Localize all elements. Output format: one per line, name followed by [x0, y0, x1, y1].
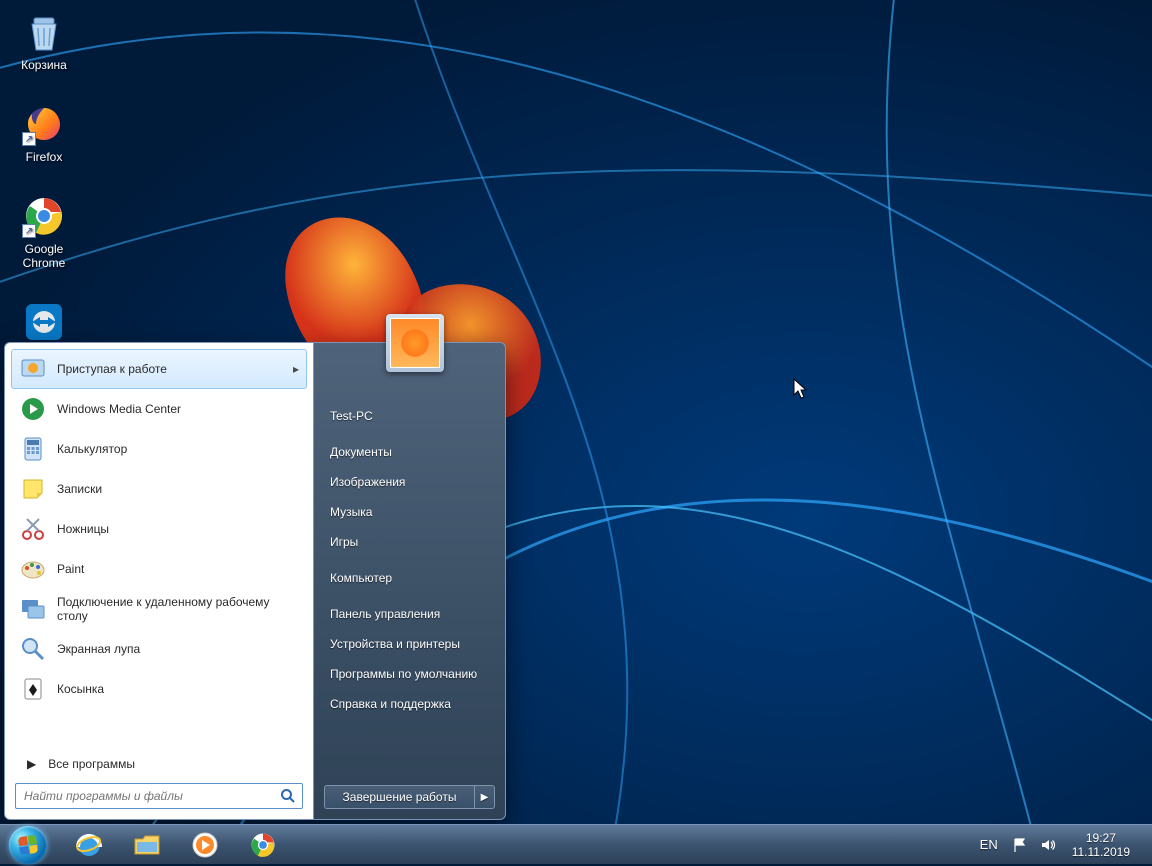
folder-icon — [132, 830, 162, 860]
chevron-right-icon: ▶ — [481, 792, 489, 803]
paint-icon — [19, 555, 47, 583]
start-item-getting-started[interactable]: Приступая к работе ▸ — [11, 349, 307, 389]
desktop-icon-teamviewer[interactable] — [8, 298, 80, 346]
ie-icon — [74, 830, 104, 860]
taskbar-wmp[interactable] — [178, 828, 232, 862]
search-input[interactable] — [16, 789, 274, 803]
firefox-icon: ↗ — [20, 100, 68, 148]
desktop-icon-label: Корзина — [21, 58, 67, 72]
chrome-icon — [249, 831, 277, 859]
start-item-paint[interactable]: Paint — [11, 549, 307, 589]
getting-started-icon — [19, 355, 47, 383]
shortcut-arrow-icon: ↗ — [22, 224, 36, 238]
start-right-item[interactable]: Test-PC — [314, 401, 505, 431]
start-right-item[interactable]: Компьютер — [314, 563, 505, 593]
sticky-icon — [19, 475, 47, 503]
start-button[interactable] — [0, 825, 56, 864]
tray-time: 19:27 — [1072, 831, 1130, 845]
start-search[interactable] — [15, 783, 303, 809]
start-item-label: Записки — [57, 482, 299, 496]
chevron-right-icon: ▸ — [293, 362, 299, 376]
taskbar: EN 19:27 11.11.2019 — [0, 824, 1152, 864]
start-item-label: Paint — [57, 562, 299, 576]
shortcut-arrow-icon: ↗ — [22, 132, 36, 146]
start-menu-right: Test-PC ДокументыИзображенияМузыкаИгры Ком… — [314, 342, 506, 820]
teamviewer-icon — [20, 298, 68, 346]
search-icon — [274, 788, 302, 804]
taskbar-ie[interactable] — [62, 828, 116, 862]
calc-icon — [19, 435, 47, 463]
user-avatar[interactable] — [386, 314, 444, 372]
start-item-rdp[interactable]: Подключение к удаленному рабочему столу — [11, 589, 307, 629]
start-item-label: Косынка — [57, 682, 299, 696]
chrome-icon: ↗ — [20, 192, 68, 240]
wmp-icon — [190, 830, 220, 860]
start-item-label: Калькулятор — [57, 442, 299, 456]
start-item-label: Подключение к удаленному рабочему столу — [57, 595, 299, 623]
rdp-icon — [19, 595, 47, 623]
start-right-item[interactable]: Музыка — [314, 497, 505, 527]
snip-icon — [19, 515, 47, 543]
shutdown-button[interactable]: Завершение работы — [324, 785, 475, 809]
start-item-snip[interactable]: Ножницы — [11, 509, 307, 549]
tray-clock[interactable]: 19:27 11.11.2019 — [1062, 831, 1140, 859]
desktop-icon-firefox[interactable]: ↗ Firefox — [8, 100, 80, 164]
tray-volume[interactable] — [1034, 837, 1062, 853]
magnifier-icon — [19, 635, 47, 663]
tray-language[interactable]: EN — [972, 837, 1006, 852]
desktop-icon-recycle-bin[interactable]: Корзина — [8, 8, 80, 72]
start-item-solitaire[interactable]: Косынка — [11, 669, 307, 709]
start-right-item[interactable]: Документы — [314, 437, 505, 467]
start-item-label: Windows Media Center — [57, 402, 299, 416]
desktop-icon-label: Firefox — [26, 150, 63, 164]
flag-icon — [1012, 837, 1028, 853]
taskbar-chrome[interactable] — [236, 828, 290, 862]
start-item-sticky[interactable]: Записки — [11, 469, 307, 509]
start-right-item[interactable]: Справка и поддержка — [314, 689, 505, 719]
taskbar-explorer[interactable] — [120, 828, 174, 862]
start-right-item[interactable]: Устройства и принтеры — [314, 629, 505, 659]
start-item-label: Ножницы — [57, 522, 299, 536]
flower-icon — [390, 318, 440, 368]
start-menu-left: Приступая к работе ▸ Windows Media Center К… — [4, 342, 314, 820]
all-programs-button[interactable]: ▶ Все программы — [11, 747, 307, 779]
start-right-item[interactable]: Панель управления — [314, 599, 505, 629]
start-item-label: Приступая к работе — [57, 362, 283, 376]
solitaire-icon — [19, 675, 47, 703]
wmc-icon — [19, 395, 47, 423]
start-item-wmc[interactable]: Windows Media Center — [11, 389, 307, 429]
speaker-icon — [1040, 837, 1056, 853]
start-right-item[interactable]: Изображения — [314, 467, 505, 497]
shutdown-options-button[interactable]: ▶ — [475, 785, 495, 809]
windows-logo-icon — [7, 823, 50, 866]
start-item-label: Экранная лупа — [57, 642, 299, 656]
desktop-icon-label: Google Chrome — [8, 242, 80, 270]
start-menu: Приступая к работе ▸ Windows Media Center К… — [4, 342, 506, 820]
start-right-item[interactable]: Программы по умолчанию — [314, 659, 505, 689]
recycle-bin-icon — [20, 8, 68, 56]
start-right-item[interactable]: Игры — [314, 527, 505, 557]
tray-date: 11.11.2019 — [1072, 845, 1130, 859]
start-item-magnifier[interactable]: Экранная лупа — [11, 629, 307, 669]
chevron-right-icon: ▶ — [27, 757, 36, 771]
tray-action-center[interactable] — [1006, 837, 1034, 853]
desktop-icon-chrome[interactable]: ↗ Google Chrome — [8, 192, 80, 270]
start-item-calc[interactable]: Калькулятор — [11, 429, 307, 469]
all-programs-label: Все программы — [48, 757, 135, 771]
